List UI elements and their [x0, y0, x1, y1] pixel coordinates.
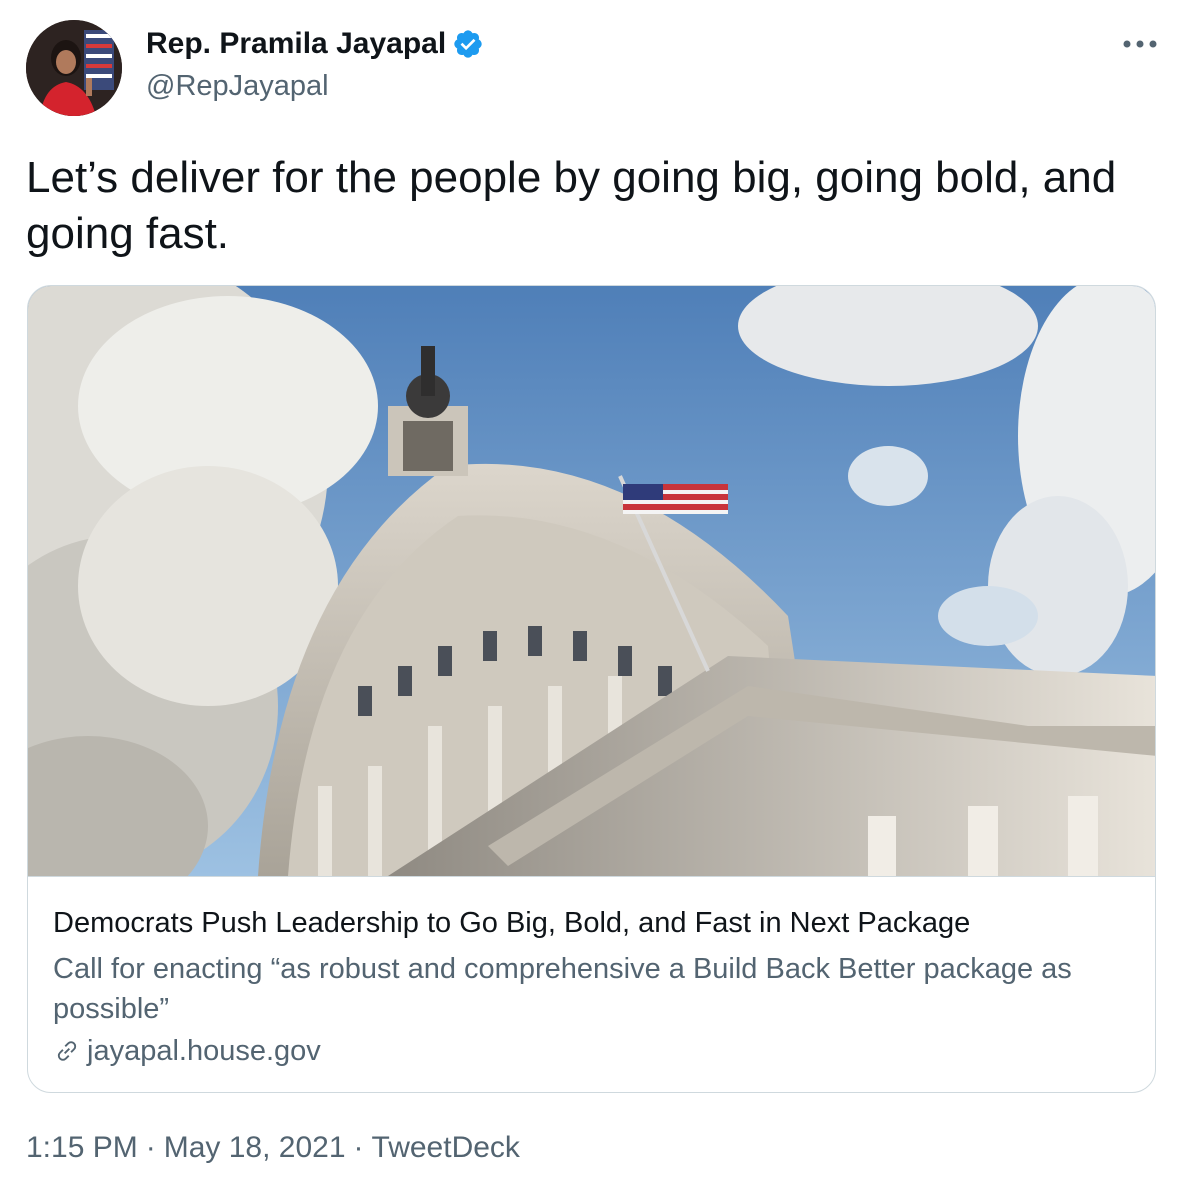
author-handle[interactable]: @RepJayapal	[146, 68, 329, 104]
card-divider	[28, 876, 1155, 877]
card-domain-text[interactable]: jayapal.house.gov	[87, 1032, 321, 1070]
link-card[interactable]: Democrats Push Leadership to Go Big, Bol…	[27, 285, 1156, 1093]
author-name[interactable]: Rep. Pramila Jayapal	[146, 26, 446, 62]
tweet-text: Let’s deliver for the people by going bi…	[26, 153, 1117, 258]
link-icon	[53, 1037, 81, 1065]
tweet-meta: 1:15 PM · May 18, 2021 · TweetDeck	[26, 1128, 520, 1168]
card-domain[interactable]: jayapal.house.gov	[53, 1032, 321, 1070]
verified-badge-icon	[452, 28, 484, 60]
tweet-time[interactable]: 1:15 PM	[26, 1131, 138, 1164]
card-title[interactable]: Democrats Push Leadership to Go Big, Bol…	[53, 904, 970, 942]
author-name-row[interactable]: Rep. Pramila Jayapal	[146, 26, 484, 62]
card-description: Call for enacting “as robust and compreh…	[53, 953, 1072, 1025]
meta-separator: ·	[353, 1131, 364, 1164]
avatar-image	[26, 20, 122, 116]
meta-separator: ·	[145, 1131, 156, 1164]
more-options-icon[interactable]	[1118, 26, 1162, 62]
card-image[interactable]	[28, 286, 1156, 876]
avatar[interactable]	[26, 20, 122, 116]
tweet-source[interactable]: TweetDeck	[372, 1131, 520, 1164]
tweet-date[interactable]: May 18, 2021	[164, 1131, 346, 1164]
